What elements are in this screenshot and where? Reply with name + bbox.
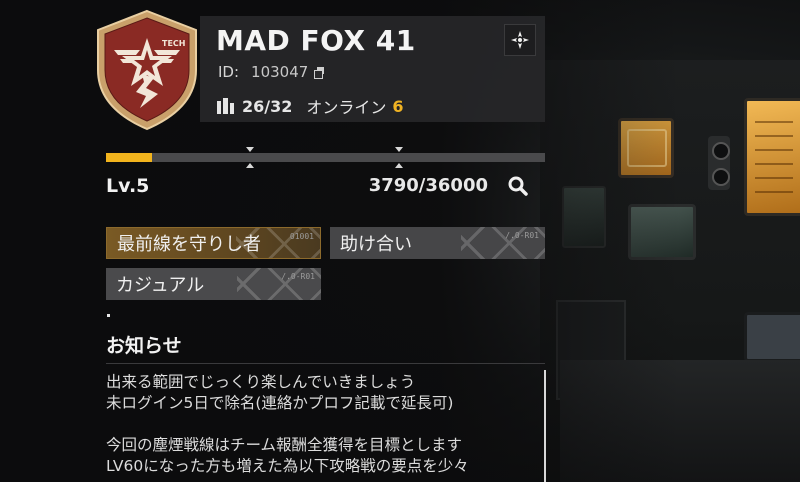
xp-progress-bar	[106, 147, 545, 168]
clan-tag-frontline[interactable]: 最前線を守りし者 01001	[106, 227, 321, 259]
xp-milestone-marker	[395, 147, 403, 168]
tag-label: 助け合い	[340, 234, 412, 255]
clan-tag-mutual-help[interactable]: 助け合い /.0-R01	[330, 227, 545, 259]
members-count: 26/32	[242, 96, 293, 116]
online-count: 6	[392, 96, 404, 116]
copy-icon[interactable]	[314, 67, 325, 79]
notice-line: 今回の塵煙戦線はチーム報酬全獲得を目標とします	[106, 436, 463, 454]
online-label: オンライン	[306, 98, 387, 117]
members-row: 26/32 オンライン 6	[216, 94, 404, 118]
emblem-text: TECH	[162, 39, 186, 48]
divider-dot	[107, 314, 110, 317]
notice-line	[106, 414, 546, 435]
notice-scrollbar[interactable]	[544, 370, 546, 482]
tag-code: /.0-R01	[281, 272, 315, 281]
clan-id-label: ID:	[218, 63, 240, 81]
clan-id-value: 103047	[251, 63, 309, 81]
notice-line: 未ログイン5日で除名(連絡かプロフ記載で延長可)	[106, 394, 454, 412]
notice-line: LV60になった方も増えた為以下攻略戦の要点を少々	[106, 457, 469, 475]
clan-emblem[interactable]: TECH	[92, 8, 202, 132]
xp-milestone-marker	[246, 147, 254, 168]
notice-divider	[106, 363, 545, 364]
xp-value: 3790/36000	[368, 175, 488, 196]
notice-title: お知らせ	[106, 335, 182, 357]
notice-body[interactable]: 出来る範囲でじっくり楽しんでいきましょう 未ログイン5日で除名(連絡かプロフ記載…	[106, 372, 546, 482]
clan-id-row[interactable]: ID: 103047	[218, 63, 325, 81]
crosshair-settings-icon	[511, 31, 529, 49]
notice-line: 出来る範囲でじっくり楽しんでいきましょう	[106, 373, 416, 391]
settings-button[interactable]	[504, 24, 536, 56]
tag-code: 01001	[289, 232, 314, 241]
xp-progress-fill	[106, 153, 153, 162]
tag-code: /.0-R01	[505, 231, 539, 240]
members-icon	[217, 98, 234, 114]
clan-level: Lv.5	[106, 175, 150, 197]
tag-label: カジュアル	[116, 275, 205, 296]
clan-tag-casual[interactable]: カジュアル /.0-R01	[106, 268, 321, 300]
search-button[interactable]	[504, 172, 532, 200]
clan-name: MAD FOX 41	[216, 24, 416, 57]
magnifier-icon	[508, 176, 528, 196]
